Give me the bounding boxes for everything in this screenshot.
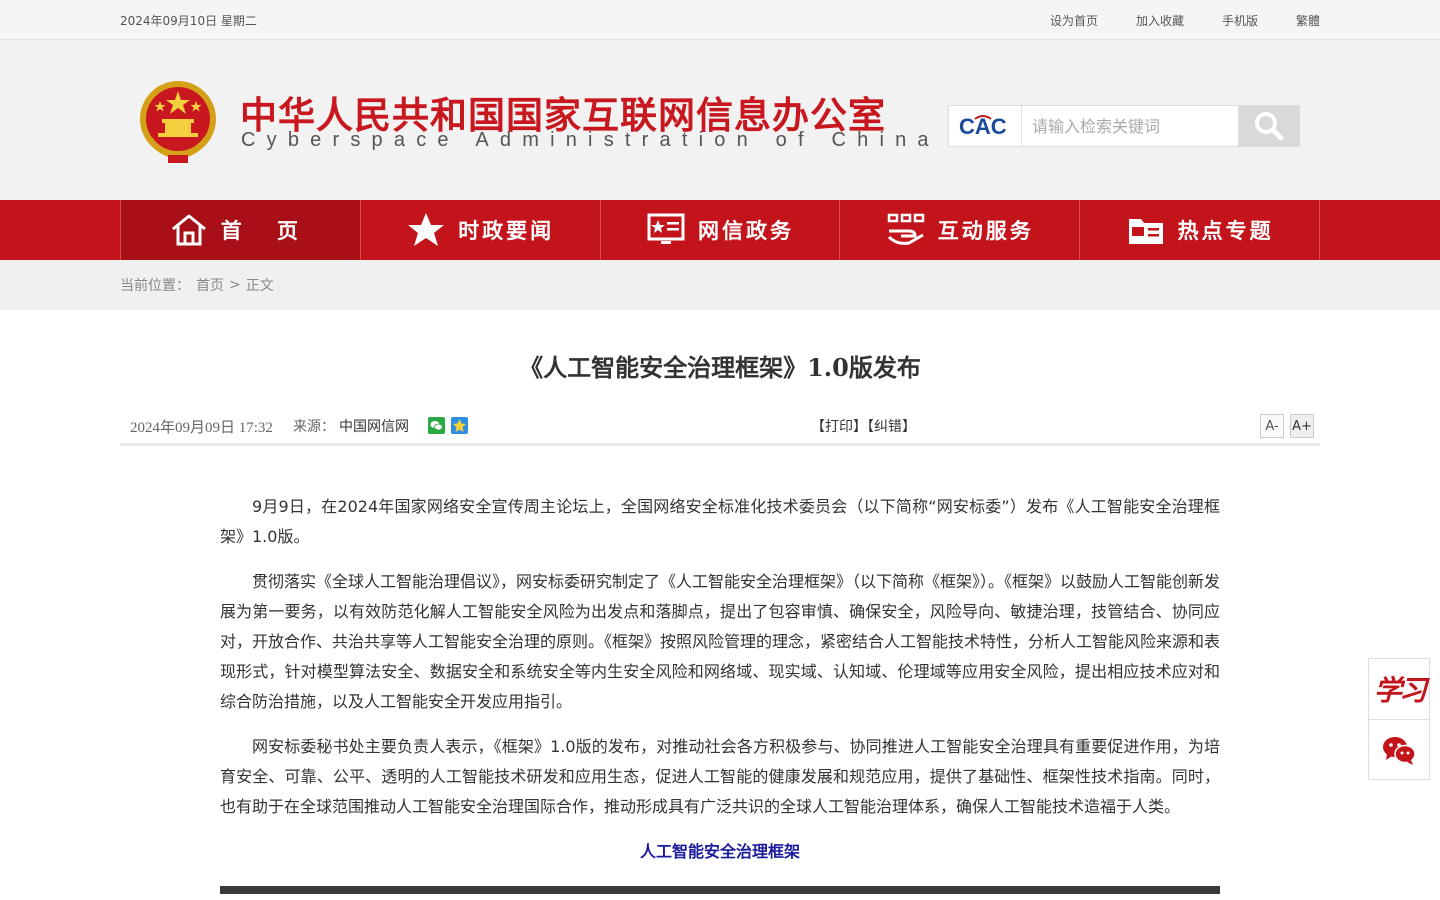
article-paragraph: 贯彻落实《全球人工智能治理倡议》，网安标委研究制定了《人工智能安全治理框架》（以… xyxy=(220,572,1221,711)
wechat-button[interactable] xyxy=(1369,719,1429,779)
set-homepage-link[interactable]: 设为首页 xyxy=(1050,12,1098,29)
folder-icon xyxy=(1126,212,1166,248)
nav-item-home[interactable]: 首 页 xyxy=(121,200,361,260)
mobile-version-link[interactable]: 手机版 xyxy=(1222,12,1258,29)
search-button[interactable] xyxy=(1238,106,1299,146)
article: 《人工智能安全治理框架》1.0版发布 2024年09月09日 17:32 来源：… xyxy=(120,348,1320,894)
add-favorite-link[interactable]: 加入收藏 xyxy=(1136,12,1184,29)
nav-item-news[interactable]: 时政要闻 xyxy=(361,200,601,260)
article-content: 9月9日，在2024年国家网络安全宣传周主论坛上，全国网络安全标准化技术委员会（… xyxy=(220,446,1220,894)
nav-label: 首 页 xyxy=(220,219,313,243)
article-paragraph: 网安标委秘书处主要负责人表示，《框架》1.0版的发布，对推动社会各方积极参与、协… xyxy=(220,737,1220,816)
site-subtitle: Cyberspace Administration of China xyxy=(241,129,940,151)
article-paragraph: 9月9日，在2024年国家网络安全宣传周主论坛上，全国网络安全标准化技术委员会（… xyxy=(220,497,1220,546)
hands-icon xyxy=(886,212,926,248)
search-icon xyxy=(1254,112,1283,141)
star-icon xyxy=(406,212,446,248)
site-header: 中华人民共和国国家互联网信息办公室 Cyberspace Administrat… xyxy=(0,40,1440,200)
xuexi-button[interactable]: 学习 xyxy=(1369,659,1429,719)
article-meta: 2024年09月09日 17:32 来源： 中国网信网 【打印】【纠错】 A- A… xyxy=(120,406,1320,446)
nav-item-hot-topics[interactable]: 热点专题 xyxy=(1080,200,1320,260)
search-input[interactable] xyxy=(1022,106,1238,146)
side-float-panel: 学习 xyxy=(1368,658,1430,780)
figure-caption: 人工智能安全治理框架 xyxy=(639,842,800,861)
publish-date: 2024年09月09日 17:32 xyxy=(130,420,273,436)
nav-label: 网信政务 xyxy=(697,219,794,243)
figure-image xyxy=(220,886,1220,894)
article-source: 来源： 中国网信网 xyxy=(293,416,409,436)
breadcrumb-home-link[interactable]: 首页 xyxy=(196,275,224,295)
share-buttons xyxy=(428,417,468,434)
print-link[interactable]: 【打印】 xyxy=(811,419,867,435)
current-date: 2024年09月10日 星期二 xyxy=(120,13,257,28)
search-box: CAC xyxy=(948,105,1300,147)
qzone-share-icon[interactable] xyxy=(451,417,468,434)
top-bar: 2024年09月10日 星期二 设为首页 加入收藏 手机版 繁體 xyxy=(0,0,1440,40)
home-icon xyxy=(169,212,209,248)
monitor-icon xyxy=(646,212,686,248)
nav-label: 热点专题 xyxy=(1177,219,1274,243)
source-label: 来源： xyxy=(293,419,335,435)
nav-item-interactive-services[interactable]: 互动服务 xyxy=(840,200,1081,260)
source-value: 中国网信网 xyxy=(339,419,409,435)
xuexi-logo: 学习 xyxy=(1373,674,1427,707)
nav-item-government-affairs[interactable]: 网信政务 xyxy=(601,200,841,260)
wechat-share-icon[interactable] xyxy=(428,417,445,434)
font-size-controls: A- A+ xyxy=(1260,414,1314,438)
article-title: 《人工智能安全治理框架》1.0版发布 xyxy=(519,353,921,382)
font-larger-button[interactable]: A+ xyxy=(1290,414,1314,438)
nav-label: 互动服务 xyxy=(937,219,1034,243)
breadcrumb: 当前位置： 首页 > 正文 xyxy=(120,260,1320,310)
cac-logo-icon: CAC xyxy=(949,106,1022,146)
breadcrumb-bar: 当前位置： 首页 > 正文 xyxy=(0,260,1440,310)
article-tools: 【打印】【纠错】 xyxy=(811,416,916,436)
svg-text:CAC: CAC xyxy=(959,114,1007,139)
breadcrumb-separator: > xyxy=(229,277,241,293)
font-smaller-button[interactable]: A- xyxy=(1260,414,1284,438)
main-nav: 首 页 时政要闻 网信政务 互动服务 热点专题 xyxy=(0,200,1440,260)
report-error-link[interactable]: 【纠错】 xyxy=(867,419,916,435)
breadcrumb-current: 正文 xyxy=(245,278,274,294)
breadcrumb-prefix: 当前位置： xyxy=(120,278,190,294)
nav-label: 时政要闻 xyxy=(458,219,555,243)
national-emblem-icon[interactable] xyxy=(138,79,218,165)
top-links: 设为首页 加入收藏 手机版 繁體 xyxy=(1012,12,1320,29)
wechat-icon xyxy=(1383,736,1416,765)
traditional-chinese-link[interactable]: 繁體 xyxy=(1296,12,1320,29)
